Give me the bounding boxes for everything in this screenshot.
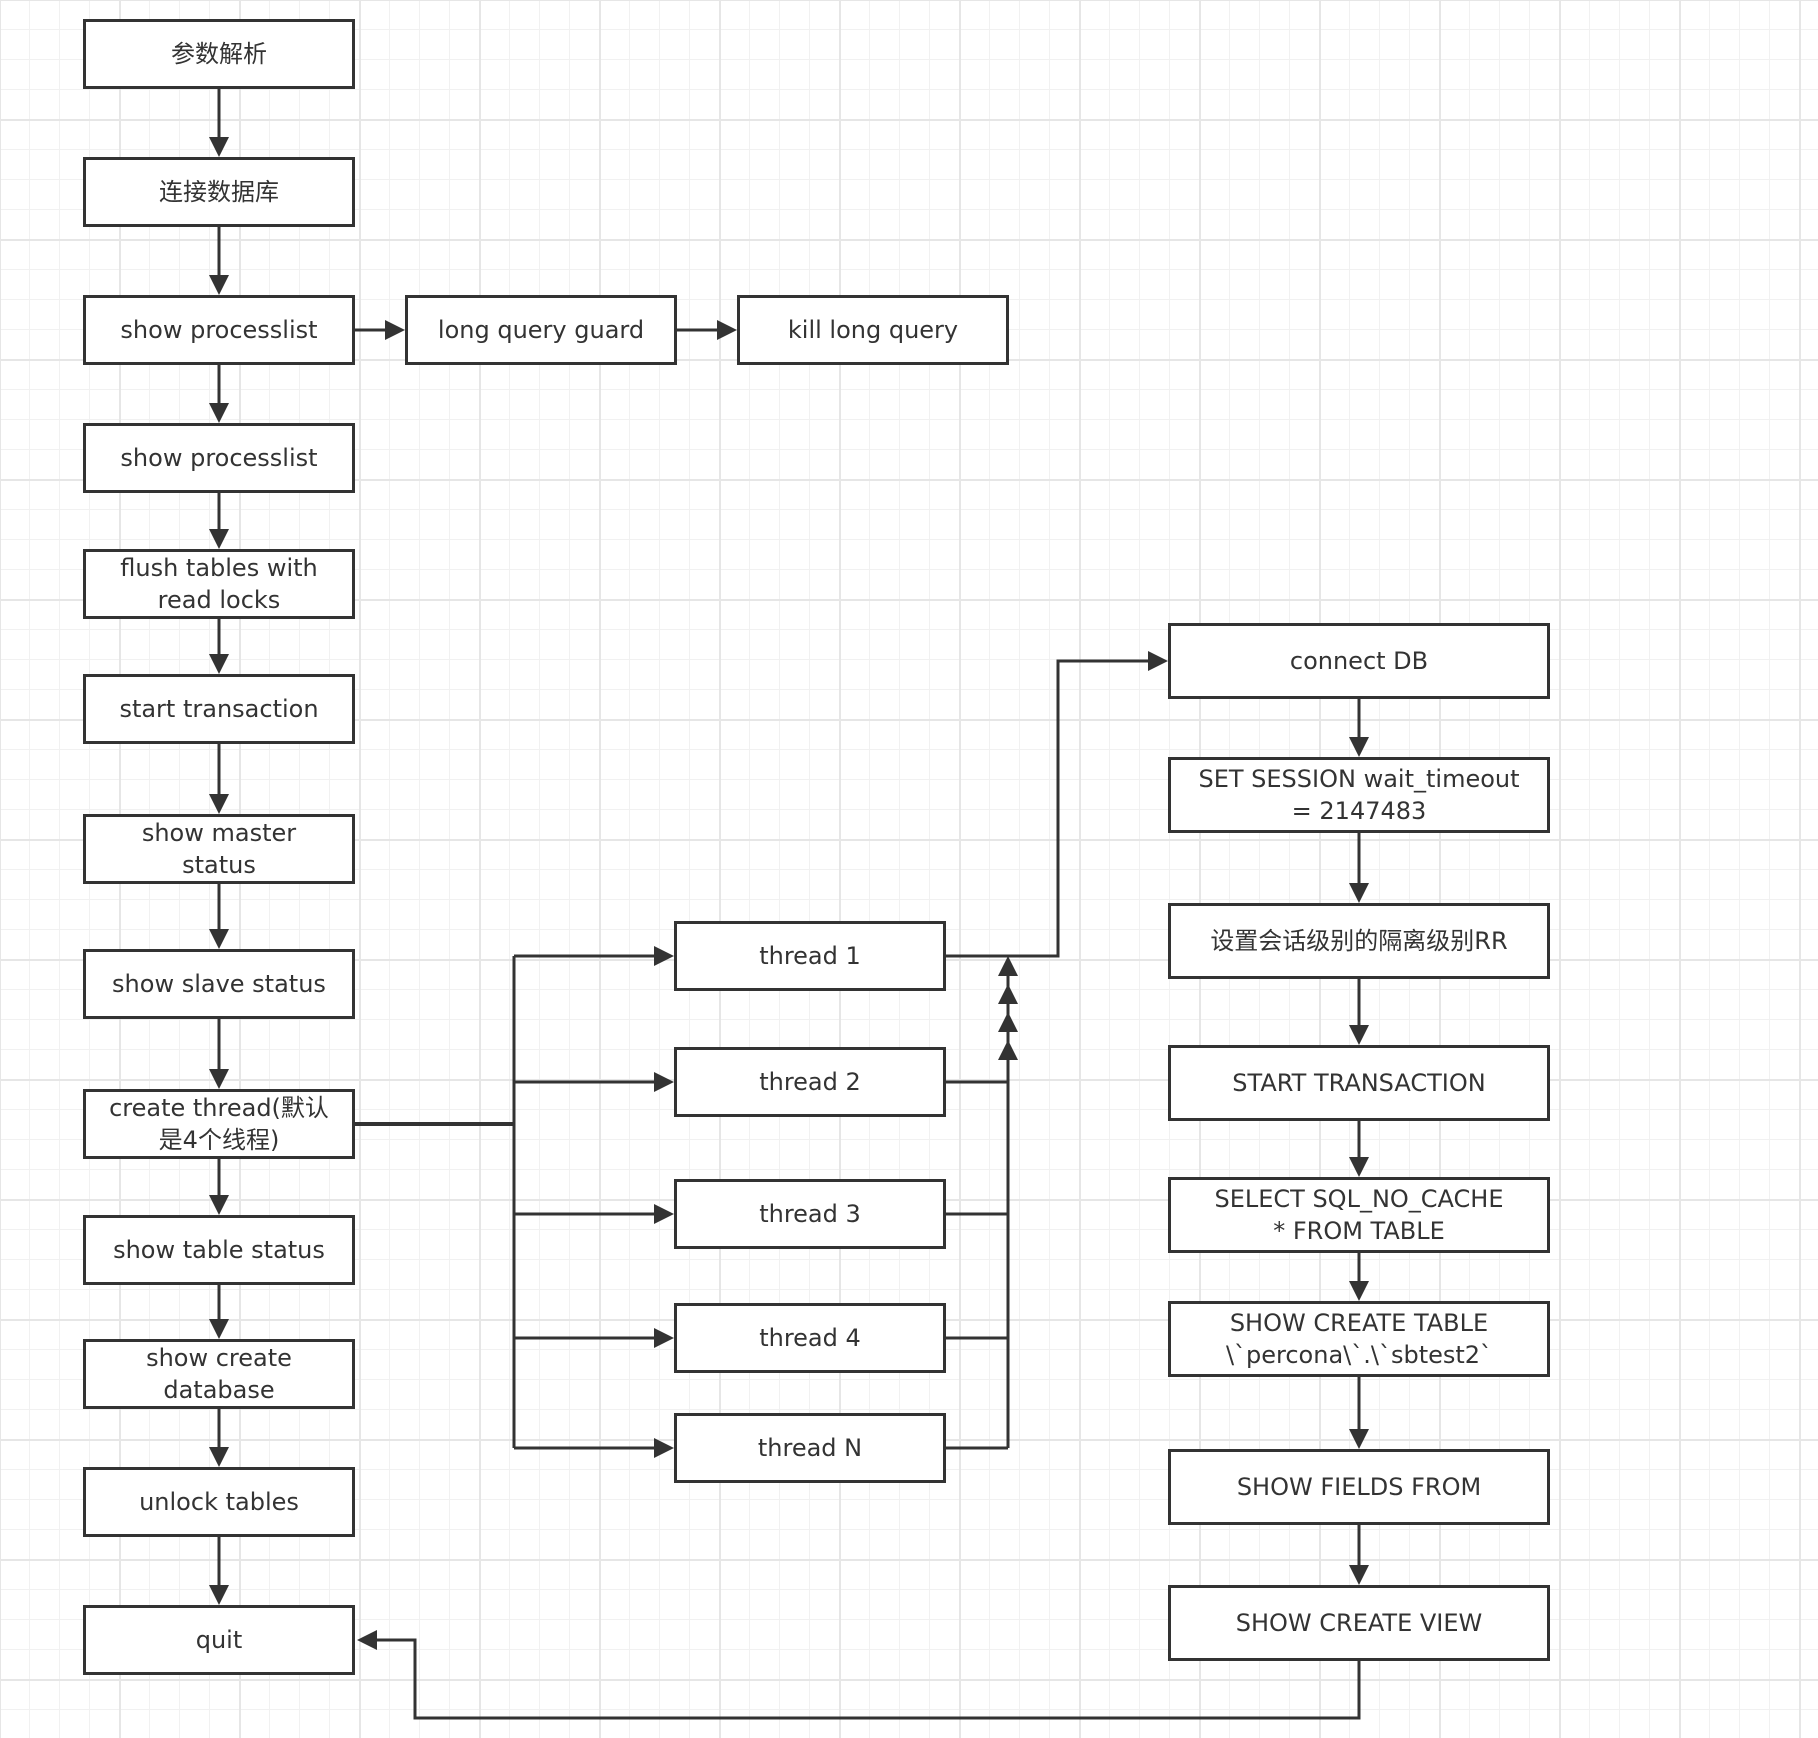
node-show-fields-from[interactable]: SHOW FIELDS FROM — [1168, 1449, 1550, 1525]
edge-slave-to-create-arrowhead-icon — [209, 1069, 229, 1089]
merge-arrowhead-2-icon — [998, 984, 1018, 1004]
edge-bus-to-thread-5-arrowhead-icon — [654, 1438, 674, 1458]
flowchart-canvas: 参数解析 连接数据库 show processlist long query g… — [0, 0, 1818, 1738]
edge-processlist-to-guard-arrowhead-icon — [385, 320, 405, 340]
node-show-create-view[interactable]: SHOW CREATE VIEW — [1168, 1585, 1550, 1661]
edge-unlock-to-quit-arrowhead-icon — [209, 1585, 229, 1605]
node-show-create-database[interactable]: show create database — [83, 1339, 355, 1409]
edge-bus-to-thread-3-arrowhead-icon — [654, 1204, 674, 1224]
node-set-isolation-rr[interactable]: 设置会话级别的隔离级别RR — [1168, 903, 1550, 979]
node-connect-db[interactable]: connect DB — [1168, 623, 1550, 699]
edge-create-to-table-status-arrowhead-icon — [209, 1195, 229, 1215]
node-connect-database[interactable]: 连接数据库 — [83, 157, 355, 227]
merge-arrowhead-4-icon — [998, 1040, 1018, 1060]
edge-isolation-to-start-arrowhead-icon — [1349, 1025, 1369, 1045]
node-select-sql-no-cache[interactable]: SELECT SQL_NO_CACHE * FROM TABLE — [1168, 1177, 1550, 1253]
edge-thread1-to-connect-db — [946, 659, 1164, 958]
edge-start-to-master-arrowhead-icon — [209, 794, 229, 814]
edge-bus-to-thread-1-arrowhead-icon — [654, 946, 674, 966]
node-flush-tables[interactable]: flush tables with read locks — [83, 549, 355, 619]
edge-connect-to-processlist-arrowhead-icon — [209, 275, 229, 295]
node-thread-3[interactable]: thread 3 — [674, 1179, 946, 1249]
node-set-session-wait-timeout[interactable]: SET SESSION wait_timeout = 2147483 — [1168, 757, 1550, 833]
node-start-transaction-upper[interactable]: START TRANSACTION — [1168, 1045, 1550, 1121]
edge-show-create-table-to-fields-arrowhead-icon — [1349, 1429, 1369, 1449]
edge-to-quit-arrowhead-icon — [357, 1630, 377, 1650]
edge-create-db-to-unlock-arrowhead-icon — [209, 1447, 229, 1467]
edge-start-to-select-arrowhead-icon — [1349, 1157, 1369, 1177]
node-show-master-status[interactable]: show master status — [83, 814, 355, 884]
edge-set-session-to-isolation-arrowhead-icon — [1349, 883, 1369, 903]
merge-arrowhead-3-icon — [998, 1012, 1018, 1032]
merge-arrowhead-1-icon — [998, 956, 1018, 976]
edge-processlist2-to-flush-arrowhead-icon — [209, 529, 229, 549]
node-start-transaction[interactable]: start transaction — [83, 674, 355, 744]
edge-table-status-to-create-db-arrowhead-icon — [209, 1319, 229, 1339]
edge-connectdb-to-set-session-arrowhead-icon — [1349, 737, 1369, 757]
edge-guard-to-kill-arrowhead-icon — [717, 320, 737, 340]
node-thread-1[interactable]: thread 1 — [674, 921, 946, 991]
edge-master-to-slave-arrowhead-icon — [209, 929, 229, 949]
node-kill-long-query[interactable]: kill long query — [737, 295, 1009, 365]
node-show-slave-status[interactable]: show slave status — [83, 949, 355, 1019]
node-show-create-table[interactable]: SHOW CREATE TABLE \`percona\`.\`sbtest2` — [1168, 1301, 1550, 1377]
edge-bus-to-thread-4-arrowhead-icon — [654, 1328, 674, 1348]
node-thread-4[interactable]: thread 4 — [674, 1303, 946, 1373]
edge-fields-to-create-view-arrowhead-icon — [1349, 1565, 1369, 1585]
node-show-processlist-1[interactable]: show processlist — [83, 295, 355, 365]
node-thread-n[interactable]: thread N — [674, 1413, 946, 1483]
edge-flush-to-start-arrowhead-icon — [209, 654, 229, 674]
node-long-query-guard[interactable]: long query guard — [405, 295, 677, 365]
edge-select-to-show-create-table-arrowhead-icon — [1349, 1281, 1369, 1301]
node-create-thread[interactable]: create thread(默认 是4个线程) — [83, 1089, 355, 1159]
edge-param-to-connect-arrowhead-icon — [209, 137, 229, 157]
edge-processlist-to-processlist2-arrowhead-icon — [209, 403, 229, 423]
node-show-table-status[interactable]: show table status — [83, 1215, 355, 1285]
node-show-processlist-2[interactable]: show processlist — [83, 423, 355, 493]
node-quit[interactable]: quit — [83, 1605, 355, 1675]
node-param-parse[interactable]: 参数解析 — [83, 19, 355, 89]
node-thread-2[interactable]: thread 2 — [674, 1047, 946, 1117]
edge-bus-to-thread-2-arrowhead-icon — [654, 1072, 674, 1092]
node-unlock-tables[interactable]: unlock tables — [83, 1467, 355, 1537]
edge-to-connect-db-arrowhead-icon — [1148, 651, 1168, 671]
